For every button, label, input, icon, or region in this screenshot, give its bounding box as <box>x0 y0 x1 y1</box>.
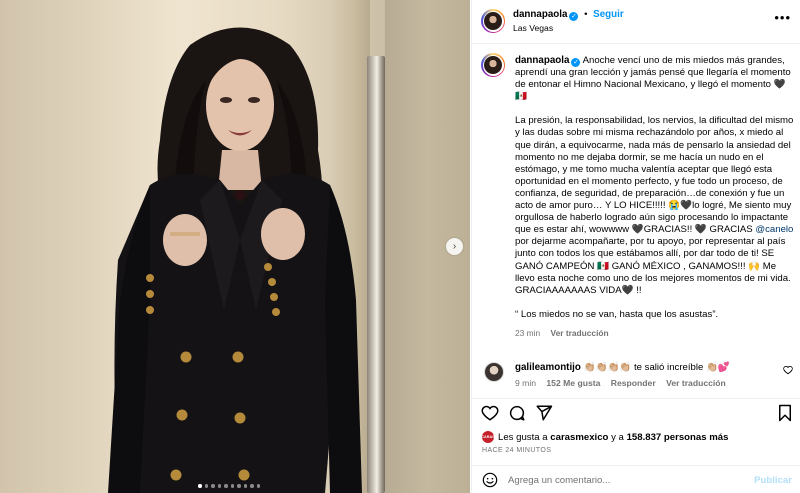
comment-item: galileamontijo 👏🏼👏🏼👏🏼👏🏼 te salió increíb… <box>472 357 800 397</box>
caption-translate-link[interactable]: Ver traducción <box>550 328 608 338</box>
comment-likes[interactable]: 152 Me gusta <box>546 378 600 388</box>
liker-avatar[interactable]: CARAS <box>481 431 495 443</box>
carousel-dot <box>224 484 228 488</box>
caption-time: 23 min <box>515 327 541 338</box>
liker-username[interactable]: carasmexico <box>550 432 608 443</box>
caption-block: dannapaola ✓ Anoche vencí uno de mis mied… <box>472 44 800 351</box>
carousel-dot <box>250 484 254 488</box>
verified-badge-icon: ✓ <box>569 12 579 21</box>
action-bar <box>472 398 800 426</box>
carousel-dot <box>198 484 202 488</box>
carousel-dots <box>198 484 260 488</box>
emoji-smile-icon[interactable] <box>482 472 498 488</box>
carousel-dot <box>237 484 241 488</box>
verified-badge-icon: ✓ <box>571 58 581 67</box>
commenter-username[interactable]: galileamontijo <box>515 362 581 373</box>
comment-text: 👏🏼👏🏼👏🏼👏🏼 te salió increíble 👏🏼💕 <box>583 362 730 373</box>
carousel-dot <box>256 484 260 488</box>
carousel-dot <box>217 484 221 488</box>
comment-input[interactable]: Agrega un comentario... <box>508 475 610 486</box>
author-username[interactable]: dannapaola <box>513 9 567 20</box>
caption-text: dannapaola ✓ Anoche vencí uno de mis mied… <box>515 55 795 339</box>
posted-time: HACE 24 MINUTOS <box>482 447 552 454</box>
more-options-icon[interactable]: ••• <box>774 10 791 25</box>
likes-middle: y a <box>608 431 627 443</box>
follow-button[interactable]: Seguir <box>593 9 624 20</box>
chevron-right-icon: › <box>452 241 457 252</box>
like-heart-icon[interactable] <box>481 404 499 422</box>
post-photo[interactable]: › <box>0 0 470 493</box>
post-header: dannapaola ✓ • Seguir Las Vegas ••• <box>472 0 800 44</box>
carousel-dot <box>211 484 215 488</box>
caption-username[interactable]: dannapaola <box>515 55 569 66</box>
carousel-dot <box>243 484 247 488</box>
mention-link[interactable]: @canelo <box>755 224 793 235</box>
caption-avatar[interactable] <box>481 53 505 77</box>
carousel-dot <box>204 484 208 488</box>
caption-paragraph-3: “ Los miedos no se van, hasta que los as… <box>515 308 719 320</box>
comment-translate-link[interactable]: Ver traducción <box>666 378 726 388</box>
save-bookmark-icon[interactable] <box>777 404 793 422</box>
comment-like-heart-icon[interactable] <box>783 365 793 375</box>
comment-reply-button[interactable]: Responder <box>611 378 656 388</box>
woman-figure <box>108 27 362 493</box>
share-paper-plane-icon[interactable] <box>535 404 553 422</box>
likes-summary: CARAS Les gusta a carasmexico y a 158.83… <box>481 431 729 443</box>
likes-count[interactable]: 158.837 personas más <box>627 432 729 443</box>
likes-prefix: Les gusta a <box>498 431 551 443</box>
comment-time: 9 min <box>515 378 537 388</box>
carousel-next-button[interactable]: › <box>446 238 463 255</box>
post-location[interactable]: Las Vegas <box>513 23 553 33</box>
author-avatar[interactable] <box>481 9 505 33</box>
caption-paragraph-2a: La presión, la responsabilidad, los nerv… <box>515 115 794 236</box>
comment-bubble-icon[interactable] <box>508 404 526 422</box>
carousel-dot <box>230 484 234 488</box>
caption-paragraph-2b: por dejarme acompañarte, por tu apoyo, p… <box>515 236 791 296</box>
add-comment-bar: Agrega un comentario... Publicar <box>472 465 800 493</box>
commenter-avatar[interactable] <box>484 362 504 382</box>
publish-button[interactable]: Publicar <box>754 475 792 486</box>
post-side-pane: dannapaola ✓ • Seguir Las Vegas ••• danna… <box>471 0 800 493</box>
